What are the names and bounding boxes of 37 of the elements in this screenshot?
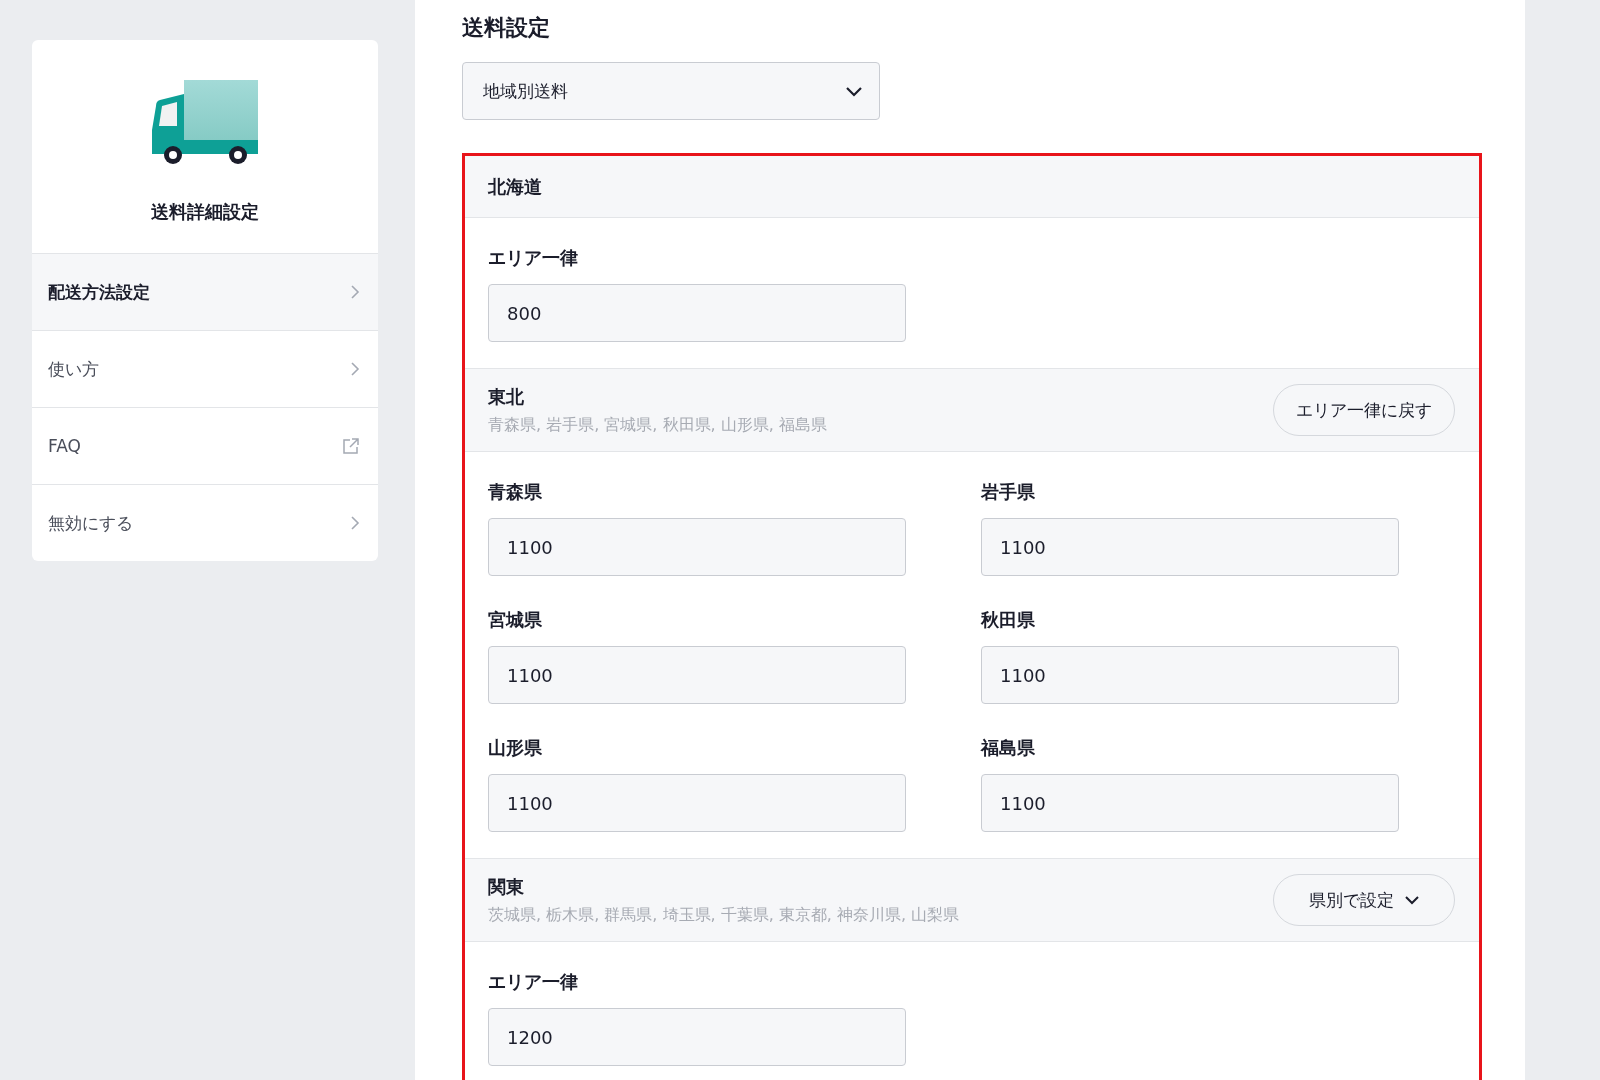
- sidebar-item[interactable]: 無効にする: [32, 485, 378, 561]
- field-label: 宮城県: [488, 608, 543, 632]
- price-input[interactable]: 1100: [488, 646, 906, 704]
- price-input[interactable]: 1100: [488, 774, 906, 832]
- region-prefectures: 茨城県, 栃木県, 群馬県, 埼玉県, 千葉県, 東京都, 神奈川県, 山梨県: [488, 904, 960, 926]
- field-label: エリア一律: [488, 246, 579, 270]
- truck-icon: [152, 80, 258, 164]
- price-input[interactable]: 800: [488, 284, 906, 342]
- field-label: 岩手県: [981, 480, 1036, 504]
- sidebar-item[interactable]: FAQ: [32, 408, 378, 485]
- chevron-right-icon: [350, 361, 360, 377]
- sidebar-item[interactable]: 配送方法設定: [32, 254, 378, 331]
- field-label: 秋田県: [981, 608, 1036, 632]
- price-input[interactable]: 1100: [981, 518, 1399, 576]
- region-name: 関東: [488, 874, 525, 899]
- external-link-icon: [342, 437, 360, 455]
- region-name: 東北: [488, 384, 525, 409]
- field-label: 福島県: [981, 736, 1036, 760]
- price-input[interactable]: 1100: [981, 774, 1399, 832]
- sidebar-title: 送料詳細設定: [151, 200, 259, 224]
- field-label: 山形県: [488, 736, 543, 760]
- chevron-down-icon: [1403, 895, 1420, 905]
- region-prefectures: 青森県, 岩手県, 宮城県, 秋田県, 山形県, 福島県: [488, 414, 827, 436]
- dropdown-button[interactable]: 県別で設定: [1273, 874, 1455, 926]
- price-input[interactable]: 1200: [488, 1008, 906, 1066]
- chevron-right-icon: [350, 284, 360, 300]
- chevron-down-icon: [845, 85, 863, 97]
- shipping-type-dropdown[interactable]: 地域別送料: [462, 62, 880, 120]
- price-input[interactable]: 1100: [981, 646, 1399, 704]
- field-label: 青森県: [488, 480, 543, 504]
- section-title: 送料設定: [462, 14, 551, 42]
- region-name: 北海道: [488, 174, 542, 199]
- chevron-right-icon: [350, 515, 360, 531]
- reset-button[interactable]: エリア一律に戻す: [1273, 384, 1455, 436]
- sidebar-item[interactable]: 使い方: [32, 331, 378, 408]
- field-label: エリア一律: [488, 970, 579, 994]
- price-input[interactable]: 1100: [488, 518, 906, 576]
